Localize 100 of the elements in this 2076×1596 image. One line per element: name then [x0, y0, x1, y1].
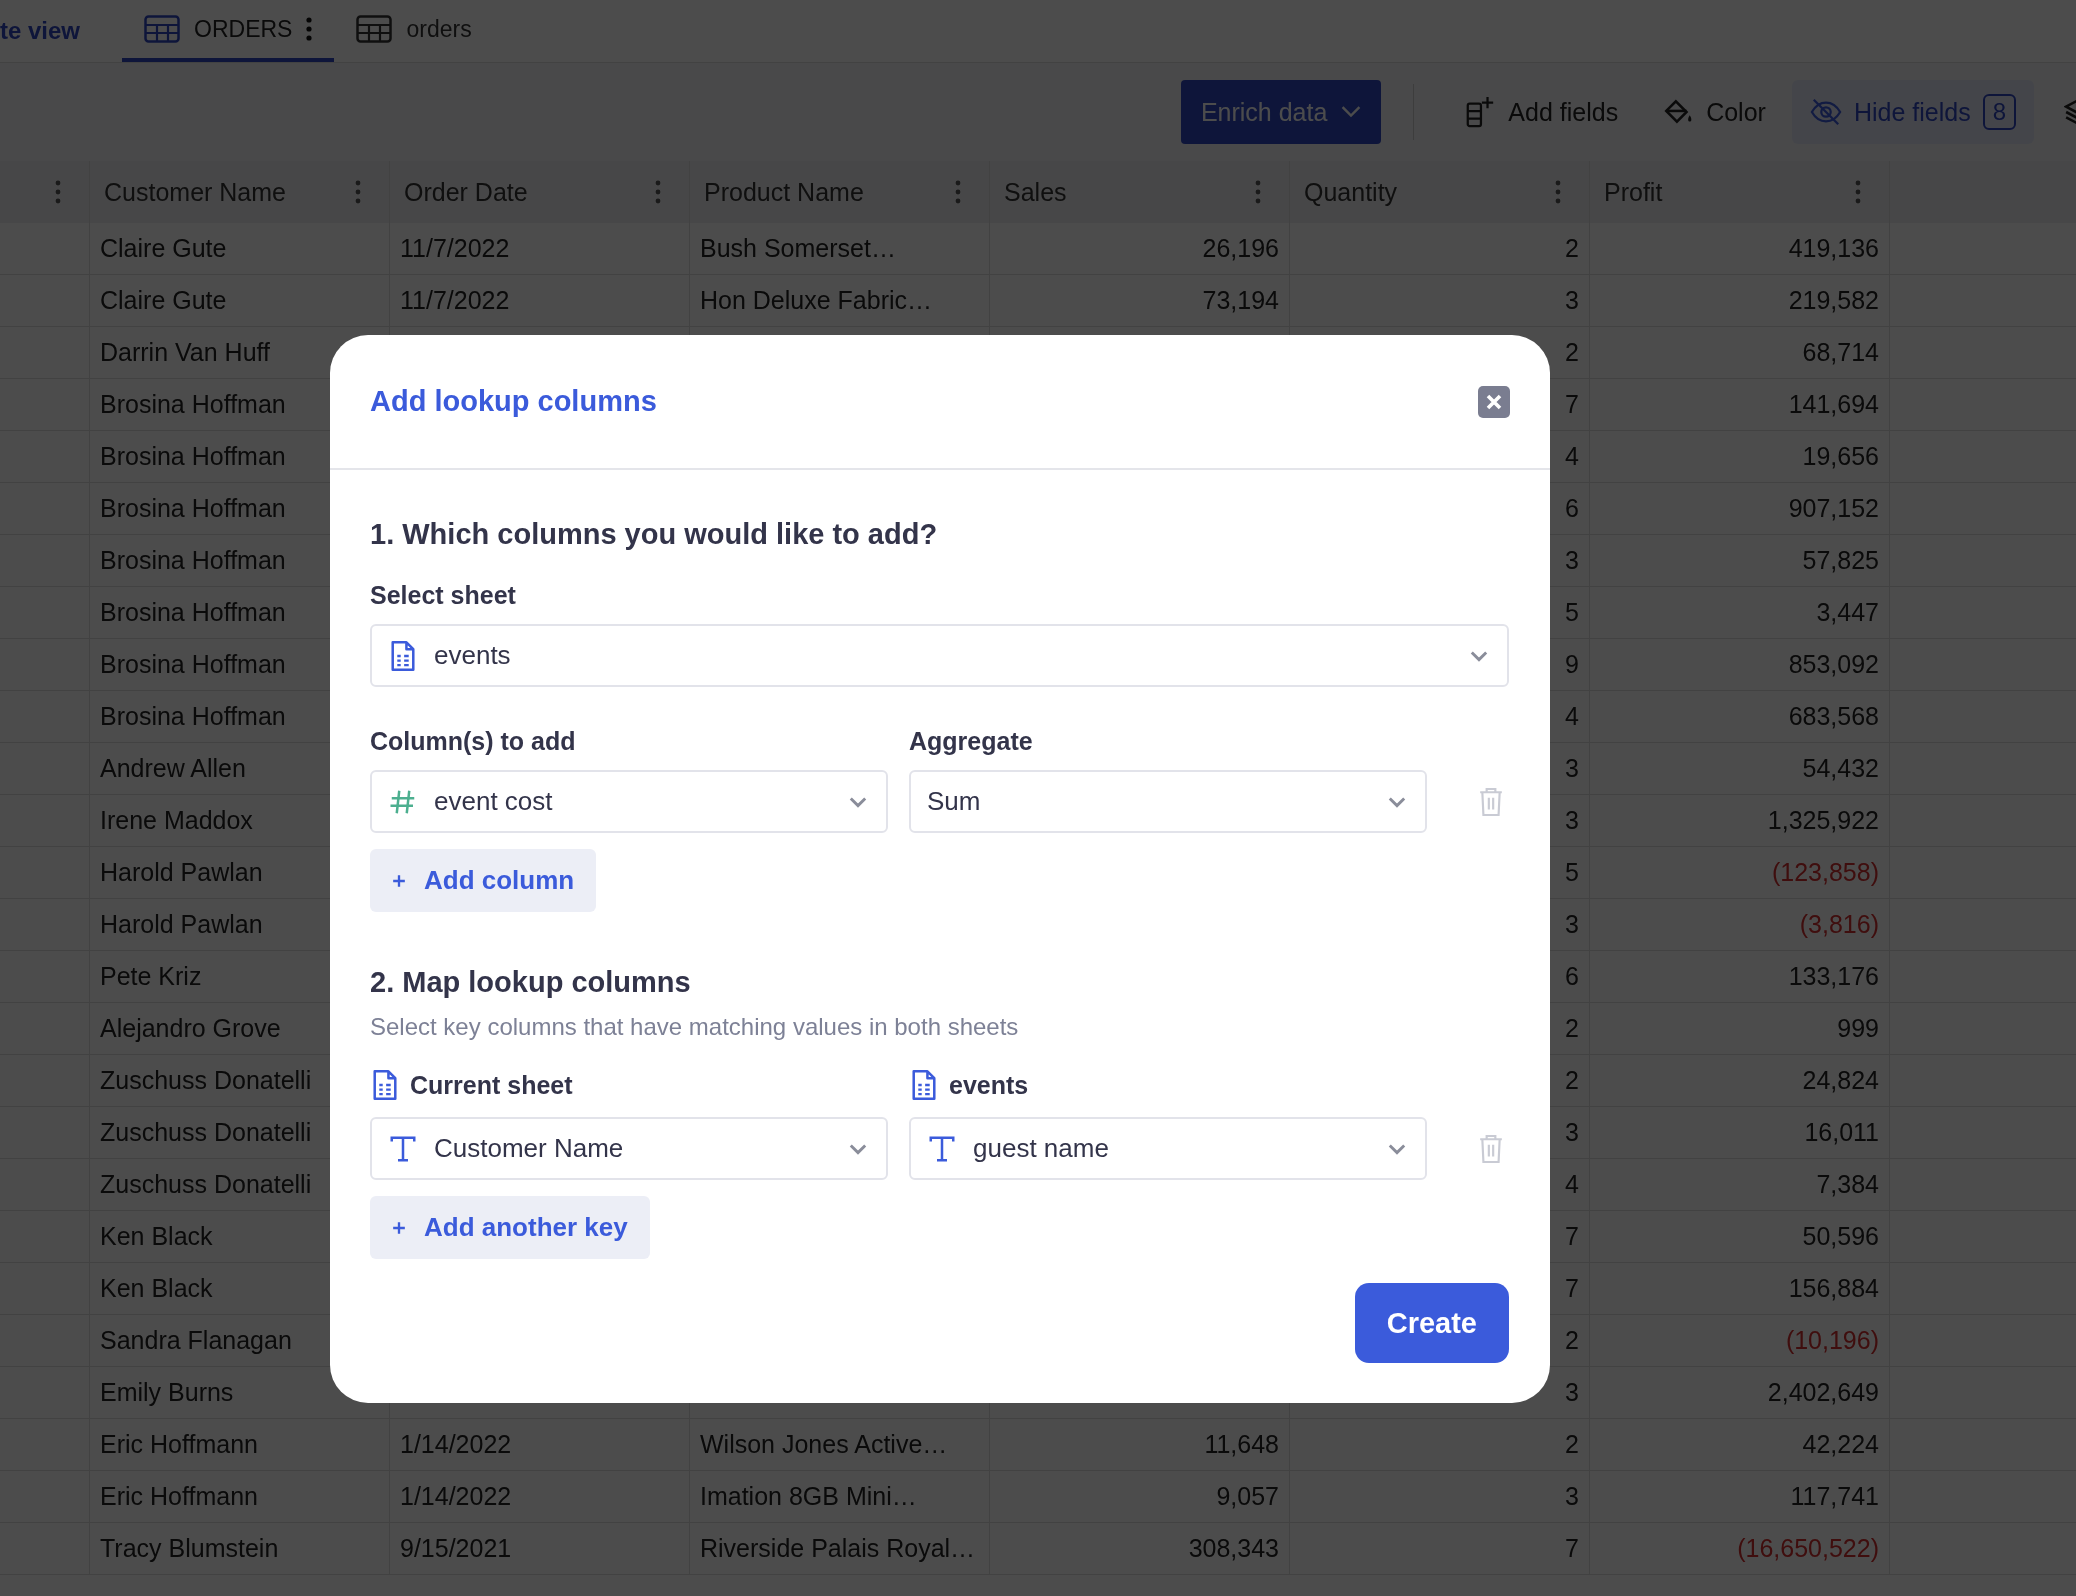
table-cell: 853,092: [1788, 650, 1879, 679]
table-cell: 11/7/2022: [400, 234, 510, 263]
table-cell: Eric Hoffmann: [100, 1482, 258, 1511]
table-cell: Eric Hoffmann: [100, 1430, 258, 1459]
table-cell: 3: [1565, 286, 1579, 315]
column-header[interactable]: Product Name: [704, 177, 864, 207]
table-cell: 26,196: [1202, 234, 1279, 263]
select-field[interactable]: Sum: [909, 770, 1427, 833]
table-cell: 2: [1565, 338, 1579, 367]
table-cell: Brosina Hoffman: [100, 702, 286, 731]
column-header[interactable]: Sales: [1004, 177, 1067, 207]
table-cell: 57,825: [1802, 546, 1879, 575]
table-cell: 11/7/2022: [400, 286, 510, 315]
table-cell: Pete Kriz: [100, 962, 202, 991]
more-vertical-icon[interactable]: [306, 15, 313, 43]
add-fields-button[interactable]: Add fields: [1446, 80, 1637, 144]
table-cell: 6: [1565, 962, 1579, 991]
close-icon: [1485, 392, 1503, 411]
more-vertical-icon[interactable]: [1555, 179, 1561, 205]
add-column-button[interactable]: Add column: [370, 849, 597, 912]
table-cell: Wilson Jones Active…: [700, 1430, 948, 1459]
chevron-down-icon: [1387, 795, 1407, 808]
table-cell: Alejandro Grove: [100, 1014, 281, 1043]
document-icon: [909, 1069, 939, 1101]
more-vertical-icon[interactable]: [55, 179, 61, 205]
table-cell: 7: [1565, 390, 1579, 419]
table-cell: 3: [1565, 546, 1579, 575]
table-cell: 16,011: [1804, 1118, 1879, 1147]
table-cell: Irene Maddox: [100, 806, 253, 835]
table-cell: 5: [1565, 598, 1579, 627]
more-vertical-icon[interactable]: [1855, 179, 1861, 205]
select-field[interactable]: guest name: [909, 1117, 1427, 1180]
field-label: events: [949, 1070, 1029, 1100]
table-cell: 24,824: [1802, 1066, 1879, 1095]
table-cell: Emily Burns: [100, 1378, 234, 1407]
sheet-tab[interactable]: orders: [334, 0, 494, 62]
table-cell: 1/14/2022: [400, 1430, 512, 1459]
table-cell: 1,325,922: [1767, 806, 1879, 835]
table-cell: Brosina Hoffman: [100, 494, 286, 523]
table-cell: 3: [1565, 754, 1579, 783]
table-cell: 9,057: [1216, 1482, 1279, 1511]
document-icon: [370, 1069, 400, 1101]
more-vertical-icon[interactable]: [1255, 179, 1261, 205]
table-cell: Claire Gute: [100, 234, 227, 263]
document-icon: [388, 639, 418, 672]
table-cell: 683,568: [1788, 702, 1879, 731]
column-header[interactable]: Order Date: [404, 177, 528, 207]
table-cell: (3,816): [1799, 910, 1879, 939]
section-description: Select key columns that have matching values in both sheets: [370, 1013, 1019, 1041]
field-label: Aggregate: [909, 727, 1034, 756]
table-cell: 5: [1565, 858, 1579, 887]
table-cell: 2: [1565, 234, 1579, 263]
table-icon: [356, 15, 393, 43]
column-header[interactable]: Customer Name: [104, 177, 286, 207]
table-cell: Darrin Van Huff: [100, 338, 270, 367]
table-cell: 2: [1565, 1326, 1579, 1355]
more-vertical-icon[interactable]: [355, 179, 361, 205]
select-field[interactable]: Customer Name: [370, 1117, 888, 1180]
table-cell: 11,648: [1204, 1430, 1279, 1459]
table-cell: 3: [1565, 806, 1579, 835]
table-cell: 7,384: [1816, 1170, 1879, 1199]
table-cell: 50,596: [1802, 1222, 1879, 1251]
table-cell: Zuschuss Donatelli: [100, 1066, 312, 1095]
close-button[interactable]: [1478, 385, 1510, 418]
table-icon: [144, 15, 181, 43]
table-cell: 2: [1565, 1430, 1579, 1459]
trash-icon[interactable]: [1478, 785, 1504, 818]
color-button[interactable]: Color: [1644, 80, 1784, 144]
view-link[interactable]: te view: [0, 17, 81, 45]
table-cell: Zuschuss Donatelli: [100, 1118, 312, 1147]
plus-icon: [392, 1220, 406, 1235]
table-cell: 2: [1565, 1066, 1579, 1095]
create-button[interactable]: Create: [1354, 1283, 1509, 1363]
column-header[interactable]: Quantity: [1304, 177, 1398, 207]
table-cell: Sandra Flanagan: [100, 1326, 292, 1355]
more-vertical-icon[interactable]: [955, 179, 961, 205]
column-header[interactable]: Profit: [1604, 177, 1663, 207]
field-label: Select sheet: [370, 581, 516, 610]
add-key-button[interactable]: Add another key: [370, 1196, 650, 1259]
table-cell: 117,741: [1790, 1482, 1879, 1511]
field-label: Column(s) to add: [370, 727, 577, 756]
table-cell: 4: [1565, 442, 1579, 471]
eye-slash-icon: [1809, 96, 1842, 128]
chevron-down-icon: [848, 1142, 868, 1155]
trash-icon[interactable]: [1478, 1132, 1504, 1165]
table-cell: 4: [1565, 702, 1579, 731]
more-vertical-icon[interactable]: [655, 179, 661, 205]
table-cell: 1/14/2022: [400, 1482, 512, 1511]
table-cell: Brosina Hoffman: [100, 442, 286, 471]
table-cell: 133,176: [1788, 962, 1879, 991]
table-cell: 9: [1565, 650, 1579, 679]
table-cell: 54,432: [1802, 754, 1879, 783]
table-cell: Hon Deluxe Fabric…: [700, 286, 933, 315]
select-field[interactable]: events: [370, 624, 1509, 687]
select-field[interactable]: event cost: [370, 770, 888, 833]
table-cell: 68,714: [1802, 338, 1879, 367]
field-label: Current sheet: [410, 1070, 573, 1100]
table-cell: 999: [1837, 1014, 1879, 1043]
table-cell: 308,343: [1188, 1534, 1279, 1563]
dialog-title: Add lookup columns: [370, 385, 657, 418]
